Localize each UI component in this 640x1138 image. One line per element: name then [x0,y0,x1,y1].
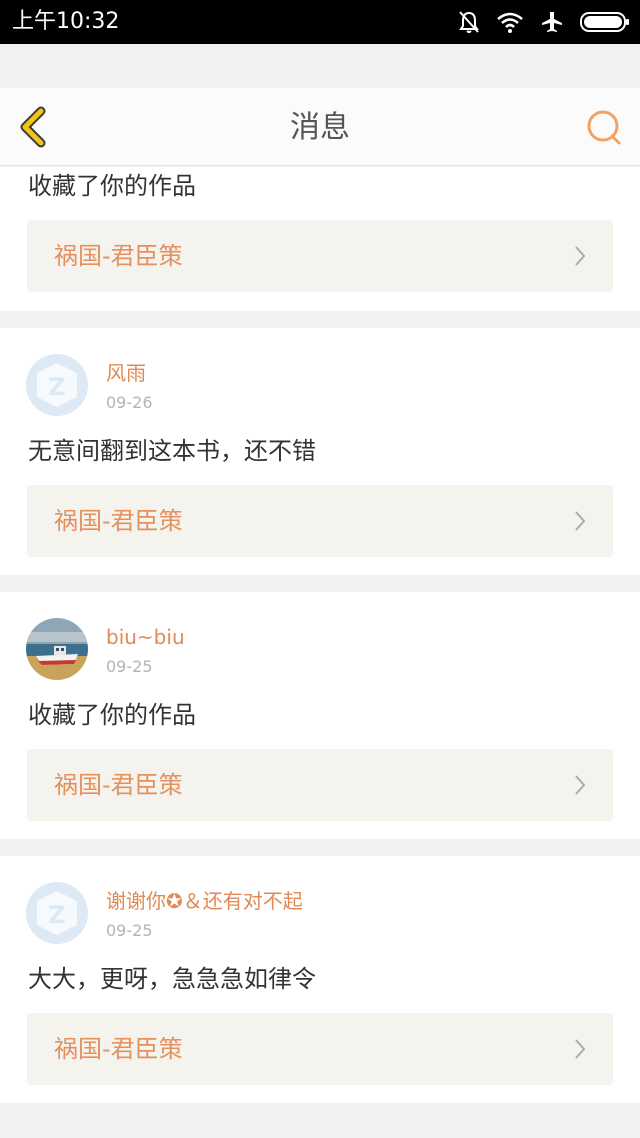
status-time: 上午10:32 [12,9,120,34]
svg-text:Z: Z [48,901,65,929]
chevron-right-icon [575,775,586,795]
svg-text:Z: Z [48,373,65,401]
message-card: biu~biu 09-25 收藏了你的作品 祸国-君臣策 [0,592,640,839]
header-bar: 消息 [0,88,640,166]
book-link[interactable]: 祸国-君臣策 [27,485,613,557]
chevron-right-icon [575,511,586,531]
message-text: 收藏了你的作品 [28,172,196,200]
message-text: 大大，更呀，急急急如律令 [28,965,316,993]
bell-muted-icon [459,11,479,33]
page-title: 消息 [290,110,350,145]
avatar[interactable]: Z [26,882,88,944]
avatar[interactable]: Z [26,354,88,416]
status-bar: 上午10:32 [0,0,640,44]
boat-photo-avatar [26,618,88,680]
book-title: 祸国-君臣策 [54,507,183,535]
avatar[interactable] [26,618,88,680]
book-title: 祸国-君臣策 [54,771,183,799]
message-date: 09-25 [106,921,153,940]
book-link[interactable]: 祸国-君臣策 [27,220,613,292]
default-avatar-icon: Z [37,363,77,407]
battery-icon [580,12,629,32]
book-link[interactable]: 祸国-君臣策 [27,749,613,821]
message-date: 09-25 [106,657,153,676]
book-title: 祸国-君臣策 [54,1035,183,1063]
username[interactable]: 谢谢你✪＆还有对不起 [106,888,303,914]
message-card: Z 谢谢你✪＆还有对不起 09-25 大大，更呀，急急急如律令 祸国-君臣策 [0,856,640,1103]
status-icons [458,8,630,36]
default-avatar-icon: Z [37,891,77,935]
message-card: Z 风雨 09-26 无意间翻到这本书，还不错 祸国-君臣策 [0,328,640,575]
chevron-right-icon [575,1039,586,1059]
wifi-icon [497,12,523,33]
message-card: 收藏了你的作品 祸国-君臣策 [0,167,640,311]
airplane-icon [542,12,562,32]
book-title: 祸国-君臣策 [54,242,183,270]
chevron-right-icon [575,246,586,266]
search-button[interactable] [584,108,624,148]
book-link[interactable]: 祸国-君臣策 [27,1013,613,1085]
message-text: 无意间翻到这本书，还不错 [28,437,316,465]
username[interactable]: biu~biu [106,624,185,650]
username[interactable]: 风雨 [106,360,146,386]
message-text: 收藏了你的作品 [28,701,196,729]
message-date: 09-26 [106,393,153,412]
